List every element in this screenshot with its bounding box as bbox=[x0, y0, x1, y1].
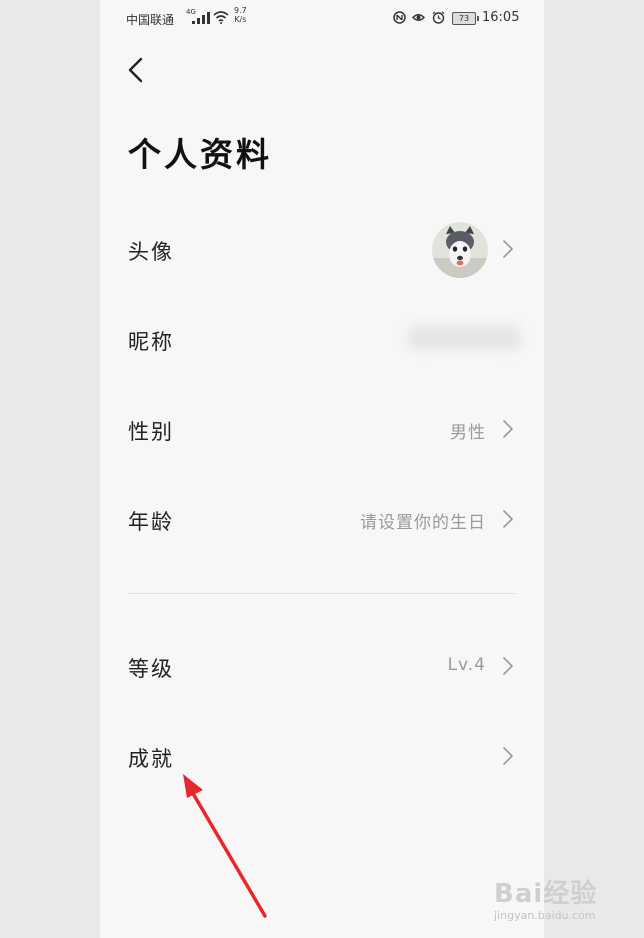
watermark-url: jingyan.baidu.com bbox=[494, 909, 596, 922]
chevron-right-icon bbox=[503, 240, 513, 258]
row-label: 年龄 bbox=[128, 510, 174, 534]
profile-row-achievements[interactable]: 成就 bbox=[100, 726, 544, 786]
network-speed: 9.7 K/s bbox=[234, 6, 247, 24]
profile-row-age[interactable]: 年龄 请设置你的生日 bbox=[100, 489, 544, 549]
chevron-right-icon bbox=[503, 657, 513, 675]
speed-unit: K/s bbox=[234, 15, 247, 24]
chevron-right-icon bbox=[503, 510, 513, 528]
eye-icon bbox=[412, 14, 425, 21]
carrier-name: 中国联通 bbox=[126, 13, 175, 27]
watermark: Bai经验 jingyan.baidu.com bbox=[484, 865, 640, 930]
row-label: 昵称 bbox=[128, 330, 174, 354]
avatar bbox=[432, 222, 488, 278]
battery-indicator: 73 bbox=[452, 12, 479, 25]
page-title: 个人资料 bbox=[128, 135, 272, 174]
profile-row-level[interactable]: 等级 Lv.4 bbox=[100, 636, 544, 696]
nfc-icon bbox=[393, 11, 406, 24]
row-label: 头像 bbox=[128, 240, 174, 264]
clock: 16:05 bbox=[482, 10, 520, 25]
status-bar: 中国联通 4G 9.7 K/s 73 16:05 bbox=[100, 0, 544, 38]
watermark-logo: Bai经验 bbox=[494, 879, 598, 909]
chevron-right-icon bbox=[503, 420, 513, 438]
profile-row-nickname[interactable]: 昵称 bbox=[100, 309, 544, 369]
row-value: 请设置你的生日 bbox=[360, 513, 486, 533]
back-icon[interactable] bbox=[124, 55, 148, 85]
phone-screen: 中国联通 4G 9.7 K/s 73 16:05 个人资料 头像 昵称 性别 男… bbox=[100, 0, 544, 938]
profile-row-avatar[interactable]: 头像 bbox=[100, 219, 544, 279]
row-label: 性别 bbox=[128, 420, 174, 444]
chevron-right-icon bbox=[503, 747, 513, 765]
row-label: 成就 bbox=[128, 747, 174, 771]
profile-row-gender[interactable]: 性别 男性 bbox=[100, 399, 544, 459]
section-divider bbox=[128, 593, 516, 594]
blurred-nickname-value bbox=[407, 325, 522, 351]
alarm-icon bbox=[432, 11, 445, 24]
row-value: Lv.4 bbox=[447, 655, 486, 675]
speed-value: 9.7 bbox=[234, 6, 247, 15]
row-value: 男性 bbox=[450, 423, 486, 443]
row-label: 等级 bbox=[128, 657, 174, 681]
signal-icon bbox=[192, 12, 210, 24]
wifi-icon bbox=[213, 11, 229, 24]
